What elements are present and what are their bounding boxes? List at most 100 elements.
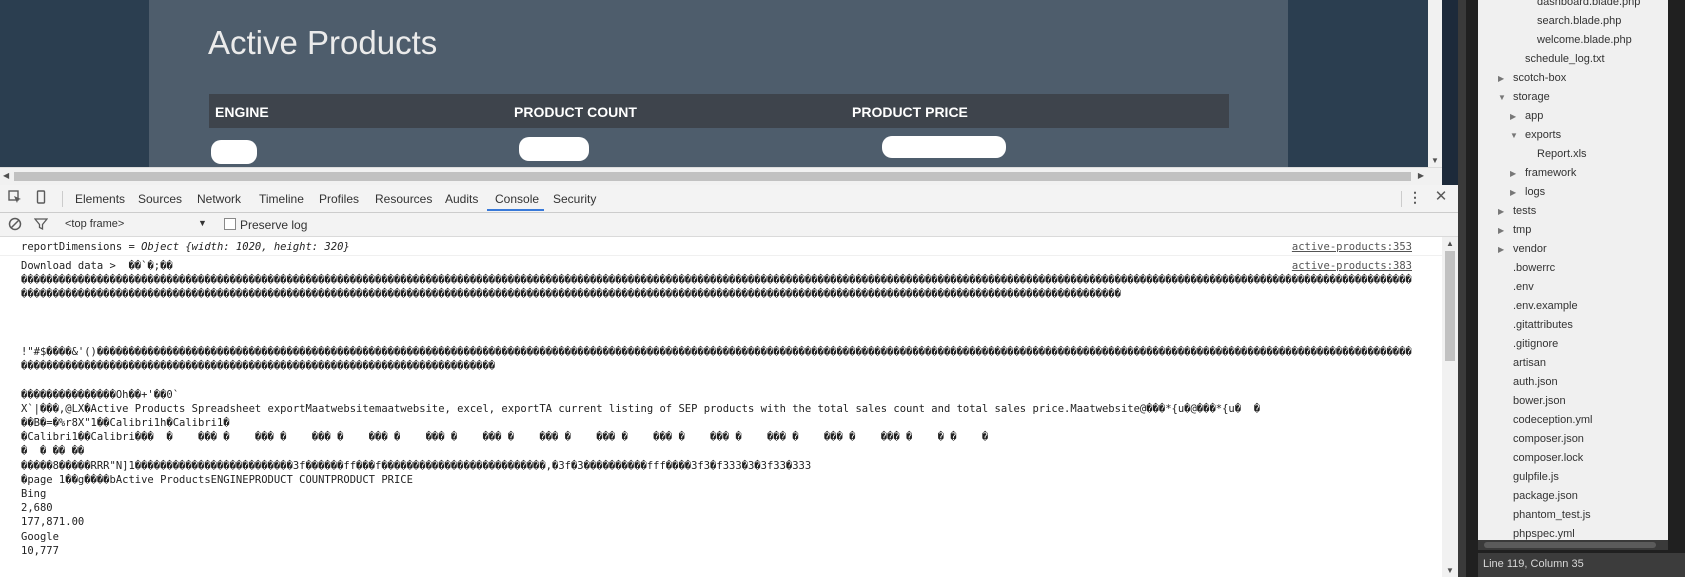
tree-file[interactable]: dashboard.blade.php (1478, 0, 1668, 15)
tab-security[interactable]: Security (553, 192, 596, 206)
tree-file[interactable]: composer.lock (1478, 452, 1668, 471)
tree-folder[interactable]: ▶ scotch-box (1478, 72, 1668, 91)
binary-output: X`|���,@LX�Active Products Spreadsheet e… (21, 403, 1261, 415)
tree-folder[interactable]: ▶ app (1478, 110, 1668, 129)
tab-elements[interactable]: Elements (75, 192, 125, 206)
tree-file[interactable]: .gitignore (1478, 338, 1668, 357)
tree-file[interactable]: auth.json (1478, 376, 1668, 395)
console-scrollbar[interactable]: ▲ ▼ (1442, 237, 1458, 577)
tree-item-label: app (1525, 110, 1544, 122)
tree-item-label: gulpfile.js (1513, 471, 1559, 483)
tree-item-label: .gitignore (1513, 338, 1559, 350)
log-object[interactable]: Object {width: 1020, height: 320} (141, 241, 350, 253)
scroll-left-arrow-icon[interactable]: ◀ (3, 171, 9, 180)
tree-item-label: phantom_test.js (1513, 509, 1591, 521)
inspect-element-icon[interactable] (8, 190, 22, 204)
tree-item-label: tests (1513, 205, 1537, 217)
toolbar-divider (62, 191, 63, 207)
console-filter-bar: <top frame> ▼ Preserve log (0, 213, 1458, 237)
tree-item-label: vendor (1513, 243, 1547, 255)
tab-profiles[interactable]: Profiles (319, 192, 359, 206)
tree-file[interactable]: artisan (1478, 357, 1668, 376)
chevron-right-icon[interactable]: ▶ (1498, 207, 1504, 216)
tab-resources[interactable]: Resources (375, 192, 432, 206)
status-bar: Line 119, Column 35 (1478, 553, 1685, 577)
tree-item-label: dashboard.blade.php (1537, 0, 1641, 8)
scrollbar-thumb[interactable] (14, 172, 1411, 181)
tree-item-label: welcome.blade.php (1537, 34, 1632, 46)
chevron-right-icon[interactable]: ▶ (1510, 188, 1516, 197)
devtools-tab-bar: Elements Sources Network Timeline Profil… (0, 185, 1458, 213)
preserve-log-checkbox[interactable] (224, 218, 236, 230)
tree-folder[interactable]: ▶ vendor (1478, 243, 1668, 262)
tree-file[interactable]: Report.xls (1478, 148, 1668, 167)
tree-item-label: phpspec.yml (1513, 528, 1575, 540)
chevron-down-icon[interactable]: ▼ (1510, 131, 1518, 140)
scrollbar-thumb[interactable] (1445, 251, 1455, 361)
binary-output: �����8�����RRR"N]1����������������������… (21, 460, 812, 472)
tree-folder[interactable]: ▶ logs (1478, 186, 1668, 205)
tree-item-label: storage (1513, 91, 1550, 103)
data-line: 177,871.00 (21, 516, 85, 528)
tab-timeline[interactable]: Timeline (259, 192, 304, 206)
column-header-product-count: PRODUCT COUNT (514, 104, 637, 120)
tab-audits[interactable]: Audits (445, 192, 478, 206)
scroll-right-arrow-icon[interactable]: ▶ (1418, 171, 1424, 180)
clear-console-icon[interactable] (8, 217, 22, 231)
log-source-link[interactable]: active-products:353 (1292, 240, 1412, 254)
scrollbar-thumb[interactable] (1484, 542, 1656, 548)
console-log-line[interactable]: Download data > ��`�;�� (21, 259, 173, 273)
chevron-right-icon[interactable]: ▶ (1498, 245, 1504, 254)
products-table-header: ENGINE PRODUCT COUNT PRODUCT PRICE (209, 94, 1229, 128)
close-devtools-icon[interactable]: ✕ (1434, 189, 1448, 204)
tab-sources[interactable]: Sources (138, 192, 182, 206)
tree-file[interactable]: .bowerrc (1478, 262, 1668, 281)
tree-item-label: composer.json (1513, 433, 1584, 445)
filter-icon[interactable] (33, 217, 49, 231)
devtools-panel: Elements Sources Network Timeline Profil… (0, 185, 1458, 577)
tree-file[interactable]: gulpfile.js (1478, 471, 1668, 490)
tree-folder[interactable]: ▼ storage (1478, 91, 1668, 110)
tree-file[interactable]: phpspec.yml (1478, 528, 1668, 540)
tree-file[interactable]: bower.json (1478, 395, 1668, 414)
tree-folder[interactable]: ▶ tmp (1478, 224, 1668, 243)
tree-item-label: .gitattributes (1513, 319, 1573, 331)
tree-file[interactable]: phantom_test.js (1478, 509, 1668, 528)
device-mode-icon[interactable] (34, 190, 48, 204)
scroll-down-arrow-icon[interactable]: ▼ (1446, 566, 1454, 575)
tree-folder[interactable]: ▶ tests (1478, 205, 1668, 224)
page-vertical-scrollbar[interactable]: ▼ (1428, 0, 1442, 167)
tab-console[interactable]: Console (495, 192, 539, 206)
tree-file[interactable]: composer.json (1478, 433, 1668, 452)
frame-select[interactable]: <top frame> (65, 218, 124, 230)
chevron-right-icon[interactable]: ▶ (1510, 169, 1516, 178)
page-panel: Active Products ENGINE PRODUCT COUNT PRO… (149, 0, 1288, 167)
file-tree-scrollbar[interactable] (1478, 540, 1668, 550)
tree-file[interactable]: .gitattributes (1478, 319, 1668, 338)
scroll-up-arrow-icon[interactable]: ▲ (1446, 239, 1454, 248)
tree-file[interactable]: search.blade.php (1478, 15, 1668, 34)
chevron-down-icon[interactable]: ▼ (198, 218, 207, 228)
toolbar-divider (1401, 191, 1402, 207)
chevron-down-icon[interactable]: ▼ (1498, 93, 1506, 102)
tree-file[interactable]: .env (1478, 281, 1668, 300)
tab-network[interactable]: Network (197, 192, 241, 206)
tree-file[interactable]: codeception.yml (1478, 414, 1668, 433)
tree-file[interactable]: .env.example (1478, 300, 1668, 319)
tree-folder[interactable]: ▼ exports (1478, 129, 1668, 148)
chevron-right-icon[interactable]: ▶ (1498, 74, 1504, 83)
more-options-icon[interactable]: ⋮ (1408, 190, 1422, 204)
chevron-right-icon[interactable]: ▶ (1498, 226, 1504, 235)
tree-file[interactable]: schedule_log.txt (1478, 53, 1668, 72)
tree-file[interactable]: package.json (1478, 490, 1668, 509)
redacted-cell (211, 140, 257, 164)
page-horizontal-scrollbar[interactable]: ◀ ▶ (0, 167, 1442, 185)
binary-output: ��B�=�%r8X"1��Calibri1h�Calibri1� (21, 417, 230, 429)
scroll-down-arrow-icon[interactable]: ▼ (1431, 156, 1439, 165)
tree-file[interactable]: welcome.blade.php (1478, 34, 1668, 53)
chevron-right-icon[interactable]: ▶ (1510, 112, 1516, 121)
binary-output: � � �� �� (21, 445, 85, 457)
tree-folder[interactable]: ▶ framework (1478, 167, 1668, 186)
tree-item-label: .bowerrc (1513, 262, 1556, 274)
log-source-link[interactable]: active-products:383 (1292, 259, 1412, 273)
